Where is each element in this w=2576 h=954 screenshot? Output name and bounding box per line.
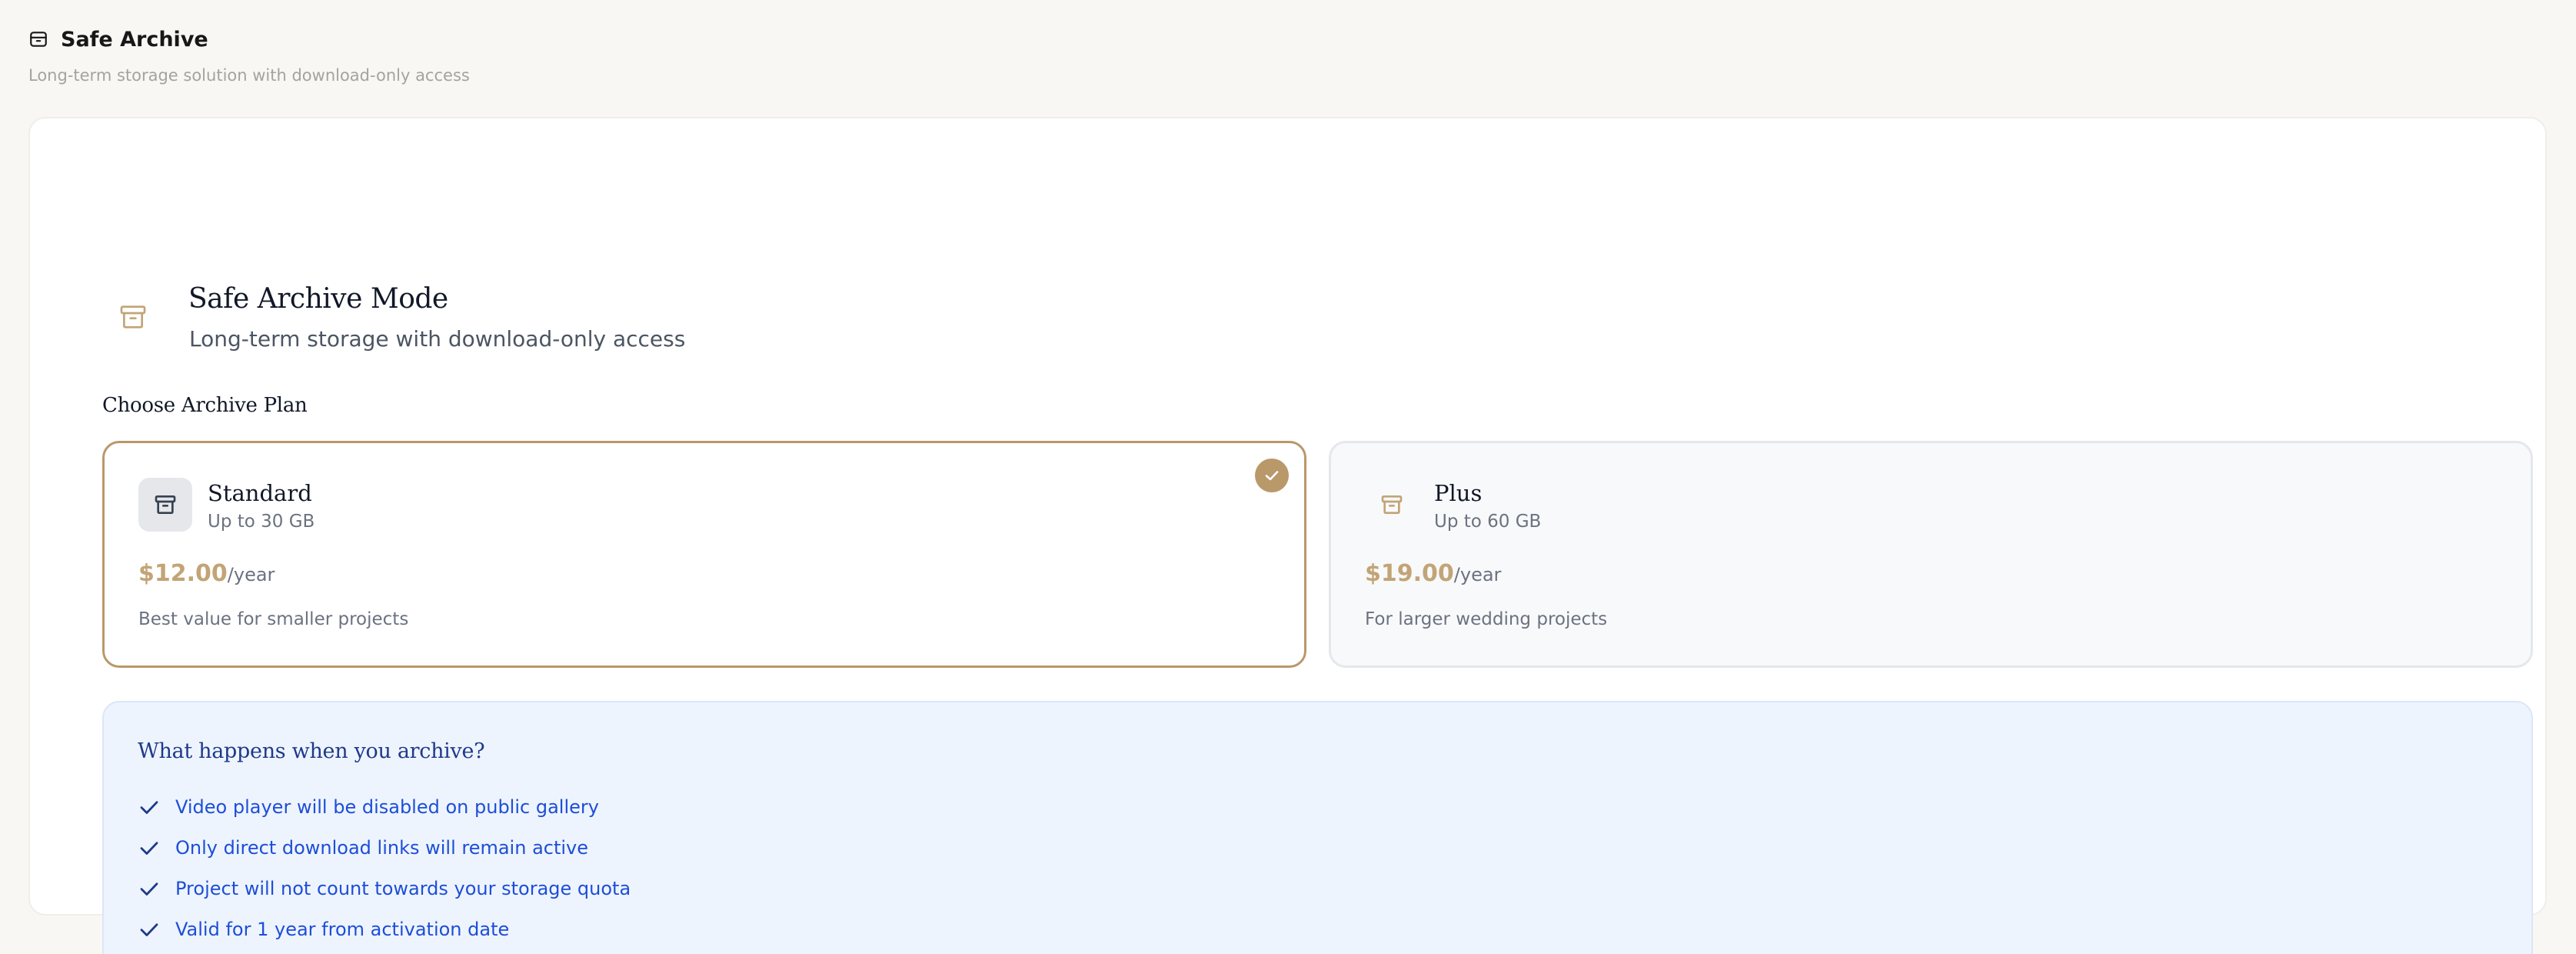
plan-price: $19.00 — [1365, 560, 1454, 587]
archive-icon — [153, 492, 178, 517]
archive-icon — [1380, 492, 1404, 517]
check-icon — [138, 877, 175, 900]
check-icon — [138, 836, 175, 859]
selected-check-badge — [1255, 459, 1289, 492]
info-item: Valid for 1 year from activation date — [138, 909, 631, 949]
info-item-text: Video player will be disabled on public … — [175, 796, 599, 818]
plan-price-row: $19.00 /year — [1365, 560, 1501, 587]
check-icon — [138, 918, 175, 941]
check-icon — [138, 796, 175, 819]
mode-subtitle: Long-term storage with download-only acc… — [189, 326, 686, 352]
plan-capacity: Up to 30 GB — [208, 512, 315, 532]
info-title: What happens when you archive? — [138, 739, 485, 763]
archive-icon — [28, 29, 48, 49]
page-header: Safe Archive Long-term storage solution … — [28, 26, 470, 85]
plan-capacity: Up to 60 GB — [1434, 512, 1542, 532]
plan-period: /year — [1453, 564, 1502, 585]
plan-section-heading: Choose Archive Plan — [102, 394, 308, 417]
plan-card-plus[interactable]: Plus Up to 60 GB $19.00 /year For larger… — [1329, 441, 2533, 668]
plan-price: $12.00 — [138, 560, 228, 587]
info-item-text: Only direct download links will remain a… — [175, 836, 589, 859]
info-item: Video player will be disabled on public … — [138, 786, 631, 827]
plan-name: Plus — [1434, 480, 1483, 506]
mode-title: Safe Archive Mode — [188, 283, 448, 315]
plan-name: Standard — [208, 480, 312, 506]
archive-settings-card: Safe Archive Mode Long-term storage with… — [28, 117, 2547, 954]
page-title: Safe Archive — [61, 27, 208, 52]
plan-description: For larger wedding projects — [1365, 609, 1608, 629]
plan-icon-box — [138, 478, 192, 532]
archive-info-box: What happens when you archive? Video pla… — [102, 701, 2533, 954]
plan-period: /year — [227, 564, 275, 585]
plan-card-standard[interactable]: Standard Up to 30 GB $12.00 /year Best v… — [102, 441, 1306, 668]
info-item-text: Project will not count towards your stor… — [175, 877, 631, 899]
info-item: Project will not count towards your stor… — [138, 868, 631, 909]
info-item-text: Valid for 1 year from activation date — [175, 918, 510, 940]
plan-price-row: $12.00 /year — [138, 560, 275, 587]
archive-icon — [118, 302, 148, 332]
page-subtitle: Long-term storage solution with download… — [28, 66, 470, 85]
plan-description: Best value for smaller projects — [138, 609, 409, 629]
plan-icon-box — [1365, 478, 1419, 532]
info-item: Only direct download links will remain a… — [138, 827, 631, 868]
check-icon — [1263, 466, 1281, 485]
page-title-row: Safe Archive — [28, 26, 470, 52]
info-list: Video player will be disabled on public … — [138, 786, 631, 949]
